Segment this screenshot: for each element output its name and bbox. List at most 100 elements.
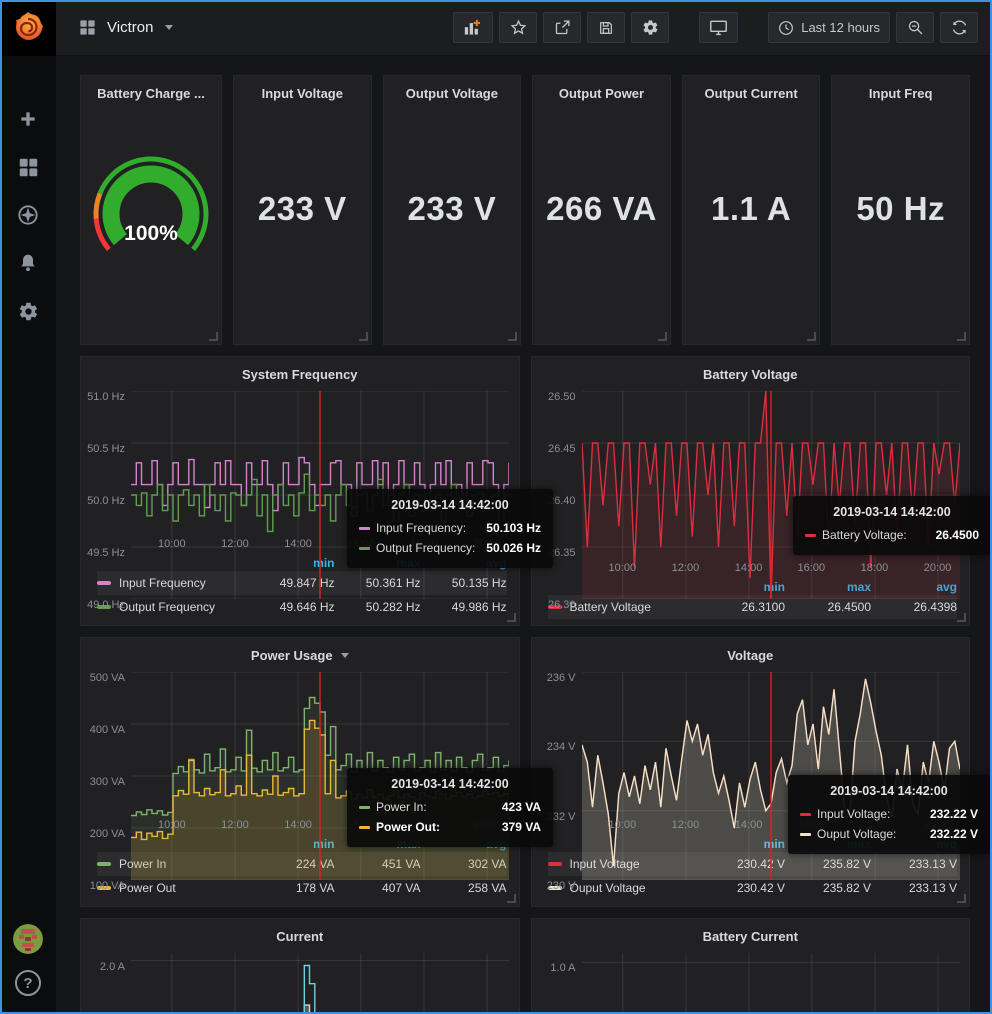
grafana-app: ? Victron <box>0 0 992 1014</box>
clock-icon <box>778 20 794 36</box>
x-axis: 10:0012:0014:0016:0018:0020:00 <box>582 558 960 576</box>
tooltip-timestamp: 2019-03-14 14:42:00 <box>805 505 979 519</box>
compass-icon <box>17 204 39 226</box>
sidebar-item-alerting[interactable] <box>17 252 39 274</box>
chart-tooltip: 2019-03-14 14:42:00 Power In:423 VAPower … <box>347 768 553 847</box>
panel-title[interactable]: Current <box>81 919 519 947</box>
panel-current: Current 2.0 A1.5 A 10:0012:0014:0016:001… <box>80 918 520 1014</box>
sidebar-item-configuration[interactable] <box>17 300 39 322</box>
stat-value: 266 VA <box>533 104 670 344</box>
y-axis: 2.0 A1.5 A <box>85 953 131 1014</box>
panel-output-power-stat: Output Power 266 VA <box>532 75 671 345</box>
zoom-out-time-button[interactable] <box>896 12 934 43</box>
help-button[interactable]: ? <box>15 970 41 996</box>
tooltip-series-row: Power In:423 VA <box>359 797 541 817</box>
chart-tooltip: 2019-03-14 14:42:00 Battery Voltage:26.45… <box>793 496 991 555</box>
grafana-logo[interactable] <box>0 0 56 56</box>
series-color-swatch <box>359 826 370 829</box>
stat-value: 233 V <box>384 104 521 344</box>
tooltip-timestamp: 2019-03-14 14:42:00 <box>359 498 541 512</box>
zoom-out-icon <box>907 19 924 36</box>
panel-input-freq-stat: Input Freq 50 Hz <box>831 75 970 345</box>
dashboards-grid-icon <box>18 157 39 178</box>
panel-title[interactable]: Power Usage <box>81 638 519 666</box>
battery-charge-gauge[interactable]: 100% <box>81 104 221 344</box>
question-mark-icon: ? <box>23 975 32 992</box>
series-color-swatch <box>805 534 816 537</box>
series-color-swatch[interactable] <box>548 862 562 866</box>
cycle-view-mode-button[interactable] <box>699 12 738 43</box>
panel-title[interactable]: System Frequency <box>81 357 519 385</box>
share-icon <box>554 19 571 36</box>
chevron-down-icon <box>165 25 173 30</box>
tooltip-series-row: Output Frequency:50.026 Hz <box>359 538 541 558</box>
time-series-chart[interactable]: 2.0 A1.5 A 10:0012:0014:0016:0018:0020:0… <box>81 947 519 1014</box>
refresh-icon <box>951 19 968 36</box>
gear-icon <box>642 19 659 36</box>
time-series-chart[interactable]: 1.0 A0.5 A 10:0012:0014:0016:0018:0020:0… <box>532 947 970 1014</box>
panel-title[interactable]: Output Voltage <box>384 76 521 104</box>
panel-voltage: Voltage 236 V234 V232 V230 V 10:0012:001… <box>531 637 971 907</box>
tooltip-series-row: Input Frequency:50.103 Hz <box>359 518 541 538</box>
grafana-logo-icon <box>10 10 46 46</box>
series-color-swatch <box>800 833 811 836</box>
series-color-swatch <box>359 547 370 550</box>
series-color-swatch[interactable] <box>97 862 111 866</box>
time-range-label: Last 12 hours <box>801 20 880 35</box>
panel-title[interactable]: Battery Current <box>532 919 970 947</box>
dashboard-picker[interactable]: Victron <box>78 18 173 37</box>
tooltip-series-row: Ouput Voltage:232.22 V <box>800 824 978 844</box>
chart-tooltip: 2019-03-14 14:42:00Input Voltage:232.22 … <box>788 775 990 854</box>
bell-icon <box>18 253 38 273</box>
stat-value: 1.1 A <box>683 104 820 344</box>
tooltip-timestamp: 2019-03-14 14:42:00 <box>359 777 541 791</box>
panel-title[interactable]: Input Freq <box>832 76 969 104</box>
tooltip-series-row: Power Out:379 VA <box>359 817 541 837</box>
panel-title[interactable]: Output Power <box>533 76 670 104</box>
panel-output-current-stat: Output Current 1.1 A <box>682 75 821 345</box>
panel-title[interactable]: Voltage <box>532 638 970 666</box>
svg-text:100%: 100% <box>124 222 178 245</box>
series-color-swatch[interactable] <box>97 581 111 585</box>
add-panel-icon <box>463 19 483 37</box>
share-dashboard-button[interactable] <box>543 12 581 43</box>
star-dashboard-button[interactable] <box>499 12 537 43</box>
y-axis: 1.0 A0.5 A <box>536 953 582 1014</box>
plus-icon <box>18 109 38 129</box>
time-range-picker[interactable]: Last 12 hours <box>768 12 890 43</box>
stat-value: 233 V <box>234 104 371 344</box>
panel-title[interactable]: Battery Charge ... <box>81 76 221 104</box>
star-icon <box>510 19 527 36</box>
top-navbar: Victron <box>56 0 992 56</box>
avatar-image <box>13 924 43 954</box>
tooltip-series-row: Battery Voltage:26.4500 <box>805 525 979 545</box>
chart-tooltip: 2019-03-14 14:42:00 Input Frequency:50.10… <box>347 489 553 568</box>
sidebar-item-explore[interactable] <box>17 204 39 226</box>
add-panel-button[interactable] <box>453 12 493 43</box>
panel-title[interactable]: Battery Voltage <box>532 357 970 385</box>
save-icon <box>598 20 614 36</box>
panel-input-voltage-stat: Input Voltage 233 V <box>233 75 372 345</box>
series-color-swatch <box>359 806 370 809</box>
panel-menu-caret-icon[interactable] <box>341 653 349 658</box>
panel-battery-voltage: Battery Voltage 26.5026.4526.4026.3526.3… <box>531 356 971 626</box>
stat-value: 50 Hz <box>832 104 969 344</box>
panel-battery-charge: Battery Charge ... 100% <box>80 75 222 345</box>
sidebar: ? <box>0 0 56 1014</box>
tooltip-series-row: Input Voltage:232.22 V <box>800 804 978 824</box>
series-color-swatch <box>359 527 370 530</box>
dashboard-title: Victron <box>107 19 153 36</box>
panel-output-voltage-stat: Output Voltage 233 V <box>383 75 522 345</box>
gauge-arc: 100% <box>81 154 221 266</box>
save-dashboard-button[interactable] <box>587 12 625 43</box>
monitor-icon <box>709 19 728 36</box>
refresh-button[interactable] <box>940 12 978 43</box>
sidebar-item-dashboards[interactable] <box>17 156 39 178</box>
gear-icon <box>18 301 39 322</box>
dashboard-settings-button[interactable] <box>631 12 669 43</box>
panel-title[interactable]: Output Current <box>683 76 820 104</box>
sidebar-item-create[interactable] <box>17 108 39 130</box>
user-avatar[interactable] <box>13 924 43 954</box>
panel-title[interactable]: Input Voltage <box>234 76 371 104</box>
series-color-swatch <box>800 813 811 816</box>
